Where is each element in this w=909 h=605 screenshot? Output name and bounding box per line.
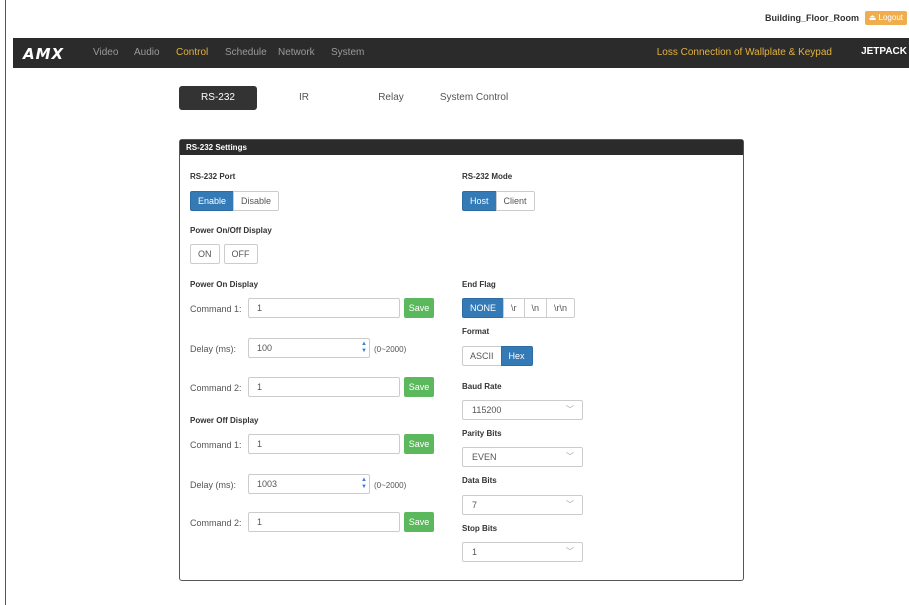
- on-delay-range: (0~2000): [374, 345, 407, 354]
- data-bits-value: 7: [472, 500, 478, 510]
- parity-bits-select[interactable]: EVEN ﹀: [462, 447, 583, 467]
- logout-label: Logout: [878, 13, 903, 22]
- power-off-button[interactable]: OFF: [223, 244, 258, 264]
- on-command2-label: Command 2:: [190, 383, 242, 393]
- on-command1-save-button[interactable]: Save: [404, 298, 434, 318]
- rs232-mode-label: RS-232 Mode: [462, 172, 513, 181]
- left-border-line: [5, 0, 6, 605]
- chevron-down-icon: ﹀: [566, 452, 574, 461]
- end-flag-none-button[interactable]: NONE: [462, 298, 505, 318]
- nav-schedule[interactable]: Schedule: [225, 47, 267, 58]
- data-bits-label: Data Bits: [462, 476, 497, 485]
- connection-warning: Loss Connection of Wallplate & Keypad: [656, 47, 832, 58]
- format-hex-button[interactable]: Hex: [500, 346, 533, 366]
- baud-rate-label: Baud Rate: [462, 382, 502, 391]
- power-on-display-label: Power On Display: [190, 280, 259, 289]
- top-bar: Building_Floor_Room ⏏ Logout: [0, 0, 909, 34]
- off-command1-input[interactable]: 1: [248, 434, 400, 454]
- format-label: Format: [462, 327, 490, 336]
- chevron-down-icon: ﹀: [566, 547, 574, 556]
- tab-system-control[interactable]: System Control: [436, 86, 512, 110]
- off-delay-range: (0~2000): [374, 481, 407, 490]
- parity-bits-label: Parity Bits: [462, 429, 502, 438]
- off-command2-save-button[interactable]: Save: [404, 512, 434, 532]
- on-delay-label: Delay (ms):: [190, 344, 237, 354]
- jetpack-brand: JETPACK: [861, 46, 907, 57]
- panel-title: RS-232 Settings: [180, 140, 743, 155]
- power-on-button[interactable]: ON: [190, 244, 220, 264]
- off-command2-label: Command 2:: [190, 518, 242, 528]
- end-flag-label: End Flag: [462, 280, 496, 289]
- on-command1-input[interactable]: 1: [248, 298, 400, 318]
- rs232-port-toggle: Enable Disable: [190, 191, 280, 211]
- stop-bits-select[interactable]: 1 ﹀: [462, 542, 583, 562]
- tab-ir[interactable]: IR: [284, 86, 324, 110]
- data-bits-select[interactable]: 7 ﹀: [462, 495, 583, 515]
- on-command2-save-button[interactable]: Save: [404, 377, 434, 397]
- tab-rs232[interactable]: RS-232: [179, 86, 257, 110]
- rs232-mode-toggle: Host Client: [462, 191, 535, 211]
- off-delay-value: 1003: [257, 479, 278, 489]
- stop-bits-value: 1: [472, 547, 478, 557]
- logout-icon: ⏏: [868, 13, 877, 22]
- on-delay-spinner-icon[interactable]: ▲ ▼: [361, 341, 367, 355]
- nav-system[interactable]: System: [331, 47, 364, 58]
- nav-network[interactable]: Network: [278, 47, 315, 58]
- off-command1-label: Command 1:: [190, 440, 242, 450]
- power-display-label: Power On/Off Display: [190, 226, 272, 235]
- parity-bits-value: EVEN: [472, 452, 497, 462]
- tab-relay[interactable]: Relay: [366, 86, 416, 110]
- rs232-port-label: RS-232 Port: [190, 172, 236, 181]
- off-command1-save-button[interactable]: Save: [404, 434, 434, 454]
- end-flag-rn-button[interactable]: \r\n: [546, 298, 576, 318]
- end-flag-n-button[interactable]: \n: [523, 298, 548, 318]
- off-delay-spinner-icon[interactable]: ▲ ▼: [361, 477, 367, 491]
- power-off-display-label: Power Off Display: [190, 416, 259, 425]
- format-toggle: ASCII Hex: [462, 346, 533, 366]
- mode-client-button[interactable]: Client: [495, 191, 535, 211]
- logout-button[interactable]: ⏏ Logout: [864, 11, 907, 25]
- format-ascii-button[interactable]: ASCII: [462, 346, 502, 366]
- nav-audio[interactable]: Audio: [134, 47, 160, 58]
- main-navbar: AMX Video Audio Control Schedule Network…: [13, 38, 909, 68]
- chevron-down-icon: ﹀: [566, 500, 574, 509]
- baud-rate-value: 115200: [472, 405, 502, 415]
- on-delay-value: 100: [257, 343, 273, 353]
- baud-rate-select[interactable]: 115200 ﹀: [462, 400, 583, 420]
- mode-host-button[interactable]: Host: [462, 191, 497, 211]
- port-disable-button[interactable]: Disable: [233, 191, 280, 211]
- on-command1-label: Command 1:: [190, 304, 242, 314]
- off-command2-input[interactable]: 1: [248, 512, 400, 532]
- nav-control[interactable]: Control: [176, 47, 208, 58]
- end-flag-r-button[interactable]: \r: [503, 298, 525, 318]
- amx-logo: AMX: [23, 45, 65, 63]
- port-enable-button[interactable]: Enable: [190, 191, 235, 211]
- end-flag-toggle: NONE \r \n \r\n: [462, 298, 576, 318]
- rs232-settings-panel: RS-232 Settings RS-232 Port Enable Disab…: [179, 139, 744, 581]
- power-display-toggle: ON OFF: [190, 244, 258, 264]
- off-delay-input[interactable]: 1003 ▲ ▼: [248, 474, 370, 494]
- room-name: Building_Floor_Room: [765, 13, 859, 23]
- on-delay-input[interactable]: 100 ▲ ▼: [248, 338, 370, 358]
- stop-bits-label: Stop Bits: [462, 524, 498, 533]
- on-command2-input[interactable]: 1: [248, 377, 400, 397]
- off-delay-label: Delay (ms):: [190, 480, 237, 490]
- nav-video[interactable]: Video: [93, 47, 118, 58]
- chevron-down-icon: ﹀: [566, 405, 574, 414]
